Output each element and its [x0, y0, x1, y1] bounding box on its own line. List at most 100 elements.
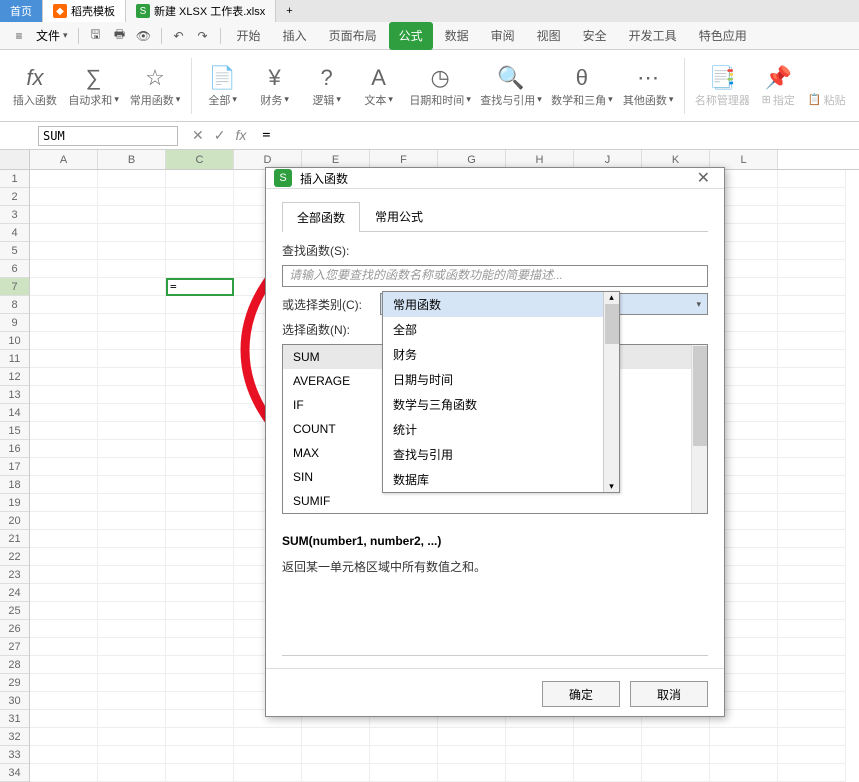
- formula-bar-row: ✕ ✓ fx: [0, 122, 859, 150]
- col-header[interactable]: C: [166, 150, 234, 169]
- row-header[interactable]: 33: [0, 746, 29, 764]
- menutab-9[interactable]: 特色应用: [689, 22, 757, 50]
- formula-input[interactable]: [256, 128, 859, 143]
- row-header[interactable]: 31: [0, 710, 29, 728]
- menutab-1[interactable]: 插入: [273, 22, 317, 50]
- row-header[interactable]: 19: [0, 494, 29, 512]
- tab-common-formulas[interactable]: 常用公式: [360, 201, 438, 231]
- dropdown-item[interactable]: 常用函数: [383, 292, 619, 317]
- tab-add[interactable]: +: [276, 0, 302, 22]
- chevron-down-icon: ▾: [696, 299, 701, 310]
- row-header[interactable]: 23: [0, 566, 29, 584]
- row-header[interactable]: 5: [0, 242, 29, 260]
- scrollbar[interactable]: [691, 345, 707, 513]
- row-header[interactable]: 7: [0, 278, 29, 296]
- print-icon[interactable]: 🖶: [109, 25, 131, 47]
- row-header[interactable]: 9: [0, 314, 29, 332]
- preview-icon[interactable]: 👁: [133, 25, 155, 47]
- dropdown-item[interactable]: 日期与时间: [383, 367, 619, 392]
- row-header[interactable]: 11: [0, 350, 29, 368]
- ribbon-autosum[interactable]: ∑自动求和▾: [64, 54, 123, 118]
- row-header[interactable]: 4: [0, 224, 29, 242]
- menutab-4[interactable]: 数据: [435, 22, 479, 50]
- ribbon-text[interactable]: A文本▾: [354, 54, 404, 118]
- menutab-5[interactable]: 审阅: [481, 22, 525, 50]
- row-header[interactable]: 12: [0, 368, 29, 386]
- row-header[interactable]: 10: [0, 332, 29, 350]
- ribbon-lookup[interactable]: 🔍查找与引用▾: [477, 54, 546, 118]
- ribbon-datetime[interactable]: ◷日期和时间▾: [406, 54, 475, 118]
- ribbon-insert-function[interactable]: fx插入函数: [8, 54, 62, 118]
- menutab-7[interactable]: 安全: [573, 22, 617, 50]
- ribbon-pin: 📌⊞ 指定: [756, 54, 801, 118]
- cancel-formula-icon[interactable]: ✕: [192, 127, 204, 144]
- menutab-0[interactable]: 开始: [227, 22, 271, 50]
- tab-all-functions[interactable]: 全部函数: [282, 202, 360, 232]
- ribbon-other[interactable]: ⋯其他函数▾: [618, 54, 677, 118]
- menutab-8[interactable]: 开发工具: [619, 22, 687, 50]
- row-header[interactable]: 3: [0, 206, 29, 224]
- row-header[interactable]: 34: [0, 764, 29, 782]
- ribbon-finance[interactable]: ¥财务▾: [250, 54, 300, 118]
- row-header[interactable]: 20: [0, 512, 29, 530]
- row-header[interactable]: 18: [0, 476, 29, 494]
- row-header[interactable]: 2: [0, 188, 29, 206]
- search-input[interactable]: 请输入您要查找的函数名称或函数功能的简要描述...: [282, 265, 708, 287]
- accept-formula-icon[interactable]: ✓: [214, 127, 226, 144]
- function-signature: SUM(number1, number2, ...): [282, 534, 708, 548]
- name-box[interactable]: [38, 126, 178, 146]
- dropdown-item[interactable]: 查找与引用: [383, 442, 619, 467]
- dropdown-item[interactable]: 统计: [383, 417, 619, 442]
- row-header[interactable]: 21: [0, 530, 29, 548]
- row-header[interactable]: 29: [0, 674, 29, 692]
- dropdown-item[interactable]: 数据库: [383, 467, 619, 492]
- row-header[interactable]: 8: [0, 296, 29, 314]
- ok-button[interactable]: 确定: [542, 681, 620, 707]
- document-tabs: 首页 ◆ 稻壳模板 S 新建 XLSX 工作表.xlsx +: [0, 0, 859, 22]
- col-header[interactable]: B: [98, 150, 166, 169]
- file-menu[interactable]: 文件▾: [32, 27, 72, 44]
- save-icon[interactable]: 🖫: [85, 25, 107, 47]
- active-cell[interactable]: =: [166, 278, 234, 296]
- row-header[interactable]: 27: [0, 638, 29, 656]
- select-all-corner[interactable]: [0, 150, 29, 170]
- tab-home[interactable]: 首页: [0, 0, 43, 22]
- row-header[interactable]: 6: [0, 260, 29, 278]
- row-header[interactable]: 25: [0, 602, 29, 620]
- dropdown-item[interactable]: 全部: [383, 317, 619, 342]
- row-header[interactable]: 14: [0, 404, 29, 422]
- menutab-3[interactable]: 公式: [389, 22, 433, 50]
- row-header[interactable]: 28: [0, 656, 29, 674]
- row-header[interactable]: 32: [0, 728, 29, 746]
- select-function-label: 选择函数(N):: [282, 321, 372, 338]
- ribbon-all[interactable]: 📄全部▾: [198, 54, 248, 118]
- row-header[interactable]: 13: [0, 386, 29, 404]
- dialog-titlebar[interactable]: S 插入函数 ✕: [266, 168, 724, 189]
- insert-function-dialog: S 插入函数 ✕ 全部函数 常用公式 查找函数(S): 请输入您要查找的函数名称…: [265, 167, 725, 717]
- app-menu-icon[interactable]: ≡: [8, 25, 30, 47]
- scrollbar[interactable]: ▴ ▾: [603, 292, 619, 492]
- close-icon[interactable]: ✕: [691, 168, 716, 188]
- row-header[interactable]: 22: [0, 548, 29, 566]
- undo-icon[interactable]: ↶: [168, 25, 190, 47]
- menutab-6[interactable]: 视图: [527, 22, 571, 50]
- ribbon-common-fn[interactable]: ☆常用函数▾: [125, 54, 184, 118]
- row-header[interactable]: 16: [0, 440, 29, 458]
- row-header[interactable]: 24: [0, 584, 29, 602]
- row-header[interactable]: 1: [0, 170, 29, 188]
- tab-worksheet[interactable]: S 新建 XLSX 工作表.xlsx: [126, 0, 276, 22]
- cancel-button[interactable]: 取消: [630, 681, 708, 707]
- ribbon-logic[interactable]: ?逻辑▾: [302, 54, 352, 118]
- row-header[interactable]: 15: [0, 422, 29, 440]
- redo-icon[interactable]: ↷: [192, 25, 214, 47]
- ribbon-math[interactable]: θ数学和三角▾: [547, 54, 616, 118]
- fx-icon[interactable]: fx: [235, 127, 246, 144]
- dropdown-item[interactable]: 财务: [383, 342, 619, 367]
- menutab-2[interactable]: 页面布局: [319, 22, 387, 50]
- col-header[interactable]: A: [30, 150, 98, 169]
- tab-template[interactable]: ◆ 稻壳模板: [43, 0, 126, 22]
- row-header[interactable]: 30: [0, 692, 29, 710]
- dropdown-item[interactable]: 数学与三角函数: [383, 392, 619, 417]
- row-header[interactable]: 17: [0, 458, 29, 476]
- row-header[interactable]: 26: [0, 620, 29, 638]
